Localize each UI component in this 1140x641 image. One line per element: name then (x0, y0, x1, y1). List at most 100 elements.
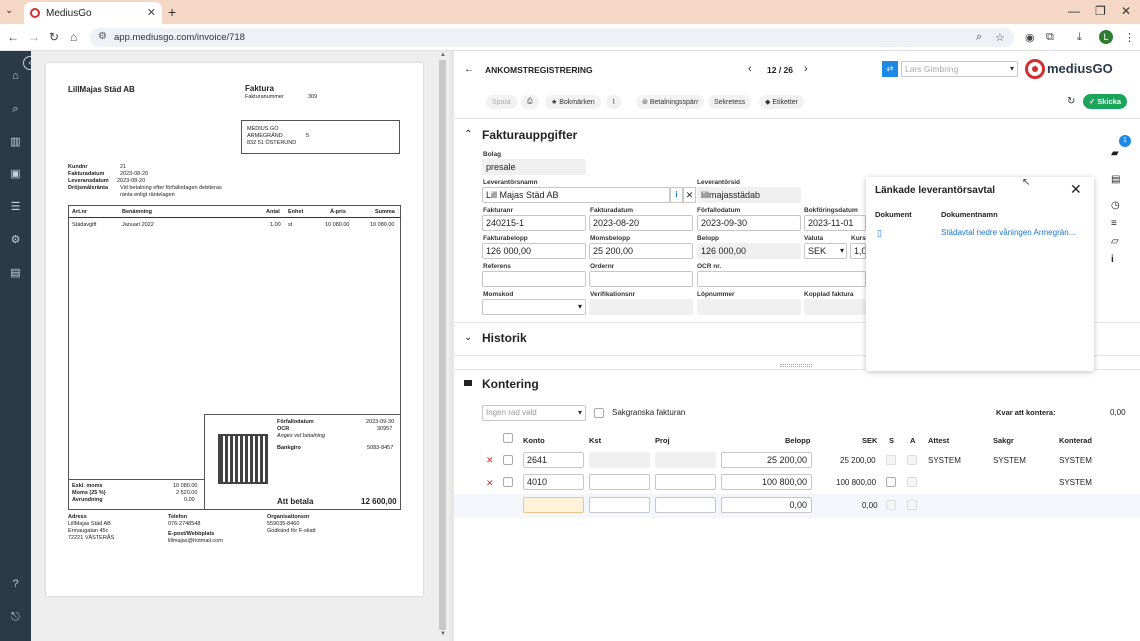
sakgranska-checkbox[interactable] (594, 408, 604, 418)
home-icon[interactable]: ⌂ (70, 30, 77, 44)
leverantorsnamn-field[interactable]: Lill Majas Städ AB (482, 187, 670, 203)
collapse-section-icon[interactable]: ⌃ (464, 129, 472, 140)
tab-search-icon[interactable]: ⌄ (5, 5, 13, 16)
kst-field[interactable] (589, 474, 650, 490)
popup-document-link[interactable]: Städavtal nedre våningen Armegrän... (941, 228, 1075, 237)
scroll-down-icon[interactable]: ▼ (440, 631, 446, 637)
minimize-icon[interactable]: — (1068, 4, 1080, 18)
kurs-field[interactable]: 1,0 (850, 243, 866, 259)
select-all-checkbox[interactable] (503, 433, 513, 443)
inbox-nav-icon[interactable]: ▣ (8, 167, 23, 182)
kst-field[interactable] (589, 452, 650, 468)
back-icon[interactable]: ← (7, 30, 19, 44)
new-tab-icon[interactable]: + (168, 4, 176, 20)
collapse-kontering-icon[interactable] (464, 380, 472, 386)
close-window-icon[interactable]: ✕ (1121, 4, 1131, 18)
new-kst-field[interactable] (589, 497, 650, 513)
fakturanr-field[interactable]: 240215-1 (482, 215, 586, 231)
skicka-button[interactable]: ✓ Skicka (1083, 94, 1127, 109)
resize-handle[interactable] (780, 364, 812, 367)
user-select[interactable]: Lars Gimbring ▾ (901, 61, 1018, 77)
delete-row-icon[interactable]: ✕ (486, 478, 494, 489)
row-checkbox[interactable] (503, 477, 513, 487)
a-checkbox[interactable] (907, 500, 917, 510)
expand-section-icon[interactable]: ⌄ (464, 332, 472, 343)
proj-field[interactable] (655, 474, 716, 490)
supplier-info-icon[interactable]: i (670, 187, 683, 203)
scroll-up-icon[interactable]: ▲ (440, 52, 446, 58)
a-checkbox[interactable] (907, 477, 917, 487)
bookmark-star-icon[interactable]: ☆ (995, 31, 1005, 44)
document-file-icon[interactable]: ▯ (877, 228, 882, 239)
home-nav-icon[interactable]: ⌂ (8, 69, 23, 84)
back-arrow-icon[interactable]: ← (464, 64, 474, 75)
bokmarken-button[interactable]: ★ Bokmärken (545, 95, 601, 109)
doc-footer-text: 72221 VÄSTERÅS (68, 535, 115, 541)
list-icon[interactable]: ≡ (1111, 218, 1117, 229)
sekretess-button[interactable]: Sekretess (708, 95, 752, 109)
close-tab-icon[interactable]: ✕ (147, 6, 156, 19)
new-proj-field[interactable] (655, 497, 716, 513)
ordernr-field[interactable] (589, 271, 693, 287)
konto-field[interactable]: 4010 (523, 474, 584, 490)
fakturabelopp-field[interactable]: 126 000,00 (482, 243, 586, 259)
momsbelopp-field[interactable]: 25 200,00 (589, 243, 693, 259)
help-nav-icon[interactable]: ? (8, 577, 23, 592)
sliders-nav-icon[interactable]: ☰ (8, 200, 23, 215)
s-checkbox[interactable] (886, 500, 896, 510)
betalningsparr-button[interactable]: ⊘ Betalningsspärr (636, 95, 705, 109)
s-checkbox[interactable] (886, 455, 896, 465)
delete-row-icon[interactable]: ✕ (486, 455, 494, 466)
forfallodatum-field[interactable]: 2023-09-30 (697, 215, 801, 231)
bokforingsdatum-field[interactable]: 2023-11-01 (804, 215, 866, 231)
momskod-select[interactable]: ▾ (482, 299, 586, 315)
extension-icon[interactable]: ◉ (1025, 31, 1035, 44)
analytics-nav-icon[interactable]: ▥ (8, 135, 23, 150)
row-checkbox[interactable] (503, 455, 513, 465)
comments-icon[interactable]: ▰ (1111, 148, 1119, 159)
search-nav-icon[interactable]: ⌕ (8, 102, 23, 117)
download-icon[interactable]: ⤓ (1077, 31, 1082, 44)
next-invoice-icon[interactable]: › (804, 63, 808, 75)
close-popup-icon[interactable]: ✕ (1070, 181, 1082, 198)
prev-invoice-icon[interactable]: ‹ (748, 63, 752, 75)
refresh-icon[interactable]: ↻ (1067, 96, 1075, 107)
valuta-select[interactable]: SEK ▾ (804, 243, 847, 259)
extensions-puzzle-icon[interactable]: ⧉ (1046, 31, 1054, 44)
settings-nav-icon[interactable]: ⚙ (8, 233, 23, 248)
history-icon[interactable]: ◷ (1111, 200, 1120, 211)
proj-field[interactable] (655, 452, 716, 468)
referens-field[interactable] (482, 271, 586, 287)
folder-icon[interactable]: ▱ (1111, 236, 1119, 247)
address-bar[interactable]: ⚙ app.mediusgo.com/invoice/718 (90, 28, 1014, 47)
reload-icon[interactable]: ↻ (49, 30, 59, 44)
new-konto-field[interactable] (523, 497, 584, 513)
a-checkbox[interactable] (907, 455, 917, 465)
document-icon[interactable]: ▤ (1111, 174, 1120, 185)
zoom-icon[interactable]: ⌕ (976, 31, 982, 44)
documents-nav-icon[interactable]: ▤ (8, 266, 23, 281)
forward-icon[interactable]: → (28, 30, 40, 44)
rad-select[interactable]: Ingen rad vald ▾ (482, 405, 586, 421)
s-checkbox[interactable] (886, 477, 896, 487)
site-info-icon[interactable]: ⚙ (98, 31, 107, 42)
belopp-cell-field[interactable]: 100 800,00 (721, 474, 812, 490)
profile-avatar[interactable]: L (1099, 30, 1113, 44)
clear-supplier-icon[interactable]: ✕ (683, 187, 696, 203)
info-icon[interactable]: i (1111, 254, 1114, 265)
konto-field[interactable]: 2641 (523, 452, 584, 468)
browser-menu-icon[interactable]: ⋮ (1124, 31, 1135, 44)
browser-tab[interactable]: MediusGo ✕ (24, 2, 162, 24)
user-switch-icon[interactable]: ⇄ (882, 61, 898, 77)
ocrnr-field[interactable] (697, 271, 866, 287)
fakturadatum-field[interactable]: 2023-08-20 (589, 215, 693, 231)
etiketter-button[interactable]: ◆ Etiketter (759, 95, 805, 109)
restore-icon[interactable]: ❐ (1095, 4, 1106, 18)
belopp-cell-field[interactable]: 25 200,00 (721, 452, 812, 468)
new-belopp-field[interactable]: 0,00 (721, 497, 812, 513)
logout-nav-icon[interactable]: ⎋ (8, 610, 23, 625)
spara-button[interactable]: Spara (486, 95, 517, 109)
col-header-sek: SEK (862, 436, 878, 445)
print-icon[interactable]: ⎙ (521, 95, 539, 109)
viewer-scrollbar[interactable] (439, 60, 446, 630)
